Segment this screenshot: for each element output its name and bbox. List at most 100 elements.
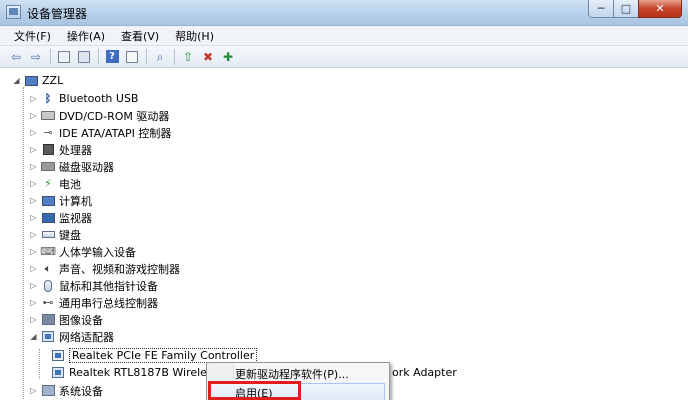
expand-icon[interactable]: ▷	[29, 175, 38, 192]
toolbar-separator	[174, 48, 175, 65]
toolbar: ⇦ ⇨ ? ⌕ ⇧ ✖ ✚	[0, 46, 688, 68]
tree-item-label: 通用串行总线控制器	[59, 296, 158, 310]
update-driver-icon[interactable]: ⇧	[180, 49, 196, 65]
expand-icon[interactable]: ▷	[29, 192, 38, 209]
tree-item-disk[interactable]: ▷ 磁盘驱动器	[29, 158, 114, 175]
tree-item-processor[interactable]: ▷ 处理器	[29, 141, 92, 158]
expand-icon[interactable]: ▷	[29, 260, 38, 277]
usb-icon: ⊷	[42, 295, 54, 309]
tree-item-system[interactable]: ▷ 系统设备	[29, 382, 103, 399]
view-icon[interactable]	[124, 49, 140, 65]
expand-icon[interactable]: ▷	[29, 226, 38, 243]
expand-icon[interactable]: ▷	[29, 277, 38, 294]
maximize-button[interactable]: □	[613, 0, 639, 18]
tree-item-label: Realtek RTL8187B Wireles	[69, 366, 213, 379]
collapse-icon[interactable]: ◢	[29, 328, 38, 345]
speaker-icon: 🔈︎	[44, 261, 52, 275]
menu-view[interactable]: 查看(V)	[115, 28, 165, 44]
tree-item-keyboard[interactable]: ▷ 键盘	[29, 226, 81, 243]
tree-item-label: 计算机	[59, 194, 92, 208]
tree-item-label: 磁盘驱动器	[59, 160, 114, 174]
disk-drive-icon	[41, 160, 55, 174]
tree-item-usb[interactable]: ▷ ⊷ 通用串行总线控制器	[29, 294, 158, 311]
tree-item-label: IDE ATA/ATAPI 控制器	[59, 126, 172, 140]
expand-icon[interactable]: ▷	[29, 209, 38, 226]
window-title: 设备管理器	[27, 7, 88, 21]
console-icon[interactable]	[76, 49, 92, 65]
expand-icon[interactable]: ▷	[29, 141, 38, 158]
ide-controller-icon: ⊸	[43, 125, 53, 139]
tree-item-bluetooth[interactable]: ▷ ᛒ Bluetooth USB	[29, 90, 138, 107]
menu-action[interactable]: 操作(A)	[61, 28, 111, 44]
window-controls: ─ □ ✕	[588, 0, 682, 20]
tree-item-label: Bluetooth USB	[59, 92, 139, 105]
toolbar-separator	[146, 48, 147, 65]
expand-icon[interactable]: ▷	[29, 311, 38, 328]
tree-item-computer[interactable]: ▷ 计算机	[29, 192, 92, 209]
menu-help[interactable]: 帮助(H)	[169, 28, 220, 44]
help-icon[interactable]: ?	[104, 49, 120, 65]
expand-icon[interactable]: ▷	[29, 90, 38, 107]
close-button[interactable]: ✕	[638, 0, 682, 18]
tree-item-label: 鼠标和其他指针设备	[59, 279, 158, 293]
tree-item-ide[interactable]: ▷ ⊸ IDE ATA/ATAPI 控制器	[29, 124, 171, 141]
tree-item-realtek-wireless[interactable]: Realtek RTL8187B Wireles	[48, 364, 213, 381]
disable-icon[interactable]: ✖	[200, 49, 216, 65]
tree-item-label: 人体学输入设备	[59, 245, 136, 259]
mouse-icon	[41, 279, 55, 293]
tree-guide-line	[23, 87, 24, 399]
tree-item-battery[interactable]: ▷ ⚡ 电池	[29, 175, 81, 192]
tree-root[interactable]: ◢ ZZL	[12, 72, 63, 89]
camera-icon	[41, 313, 55, 327]
expand-icon[interactable]: ▷	[29, 294, 38, 311]
processor-icon	[41, 143, 55, 157]
menu-file[interactable]: 文件(F)	[8, 28, 57, 44]
enable-highlight-box	[208, 381, 301, 400]
expand-icon[interactable]: ▷	[29, 124, 38, 141]
computer-icon	[24, 74, 38, 88]
menu-bar: 文件(F) 操作(A) 查看(V) 帮助(H)	[0, 26, 688, 46]
tree-item-label: Realtek PCIe FE Family Controller	[69, 348, 258, 363]
computer-icon	[41, 194, 55, 208]
tree-item-label: 监视器	[59, 211, 92, 225]
bluetooth-icon: ᛒ	[44, 91, 52, 105]
tree-item-label: 网络适配器	[59, 330, 114, 344]
tree-item-sound[interactable]: ▷ 🔈︎ 声音、视频和游戏控制器	[29, 260, 180, 277]
forward-icon[interactable]: ⇨	[28, 49, 44, 65]
tree-item-monitor[interactable]: ▷ 监视器	[29, 209, 92, 226]
tree-item-label: 电池	[59, 177, 81, 191]
battery-icon: ⚡	[44, 176, 52, 190]
tree-item-mouse[interactable]: ▷ 鼠标和其他指针设备	[29, 277, 158, 294]
device-manager-window: 设备管理器 ─ □ ✕ 文件(F) 操作(A) 查看(V) 帮助(H) ⇦ ⇨ …	[0, 0, 688, 400]
minimize-button[interactable]: ─	[588, 0, 614, 18]
tree-item-label: DVD/CD-ROM 驱动器	[59, 109, 170, 123]
tree-item-label: 处理器	[59, 143, 92, 157]
expand-icon[interactable]: ▷	[29, 382, 38, 399]
expand-icon[interactable]: ▷	[29, 158, 38, 175]
system-device-icon	[41, 384, 55, 398]
enable-icon[interactable]: ✚	[220, 49, 236, 65]
title-bar[interactable]: 设备管理器 ─ □ ✕	[0, 0, 688, 26]
tree-item-label: 图像设备	[59, 313, 103, 327]
tree-item-label: 系统设备	[59, 384, 103, 398]
keyboard-icon	[41, 228, 55, 242]
tree-item-label-overflow: ork Adapter	[392, 364, 457, 381]
network-adapter-icon	[41, 330, 55, 344]
tree-item-dvd[interactable]: ▷ DVD/CD-ROM 驱动器	[29, 107, 169, 124]
toolbar-separator	[98, 48, 99, 65]
expand-icon[interactable]: ▷	[29, 243, 38, 260]
tree-item-imaging[interactable]: ▷ 图像设备	[29, 311, 103, 328]
properties-icon[interactable]	[56, 49, 72, 65]
collapse-icon[interactable]: ◢	[12, 72, 21, 89]
expand-icon[interactable]: ▷	[29, 107, 38, 124]
back-icon[interactable]: ⇦	[8, 49, 24, 65]
tree-item-network[interactable]: ◢ 网络适配器	[29, 328, 114, 345]
device-tree: ◢ ZZL ▷ ᛒ Bluetooth USB ▷ DVD/CD-ROM 驱动器…	[0, 69, 688, 400]
network-card-disabled-icon	[51, 349, 65, 363]
device-manager-icon	[6, 5, 21, 19]
tree-item-hid[interactable]: ▷ ⌨ 人体学输入设备	[29, 243, 136, 260]
dvd-drive-icon	[41, 109, 55, 123]
hid-icon: ⌨	[40, 244, 56, 258]
scan-hardware-icon[interactable]: ⌕	[152, 49, 168, 65]
monitor-icon	[41, 211, 55, 225]
